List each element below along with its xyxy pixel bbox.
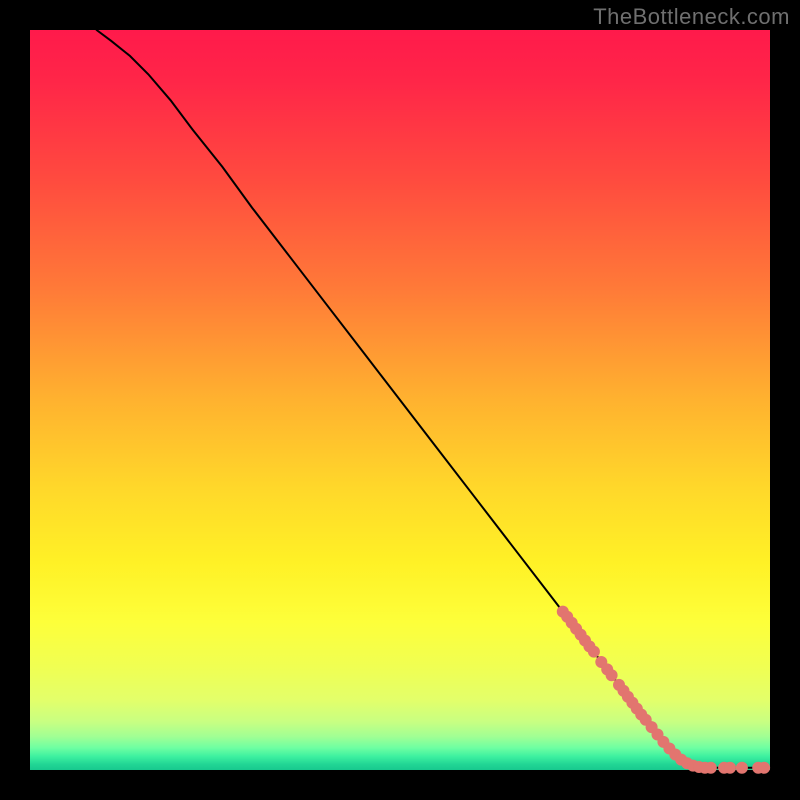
data-marker xyxy=(758,762,770,774)
chart-stage: TheBottleneck.com xyxy=(0,0,800,800)
data-marker xyxy=(606,669,618,681)
bottleneck-chart xyxy=(0,0,800,800)
data-marker xyxy=(736,762,748,774)
data-marker xyxy=(724,762,736,774)
data-marker xyxy=(588,646,600,658)
watermark-label: TheBottleneck.com xyxy=(593,4,790,30)
data-marker xyxy=(705,762,717,774)
